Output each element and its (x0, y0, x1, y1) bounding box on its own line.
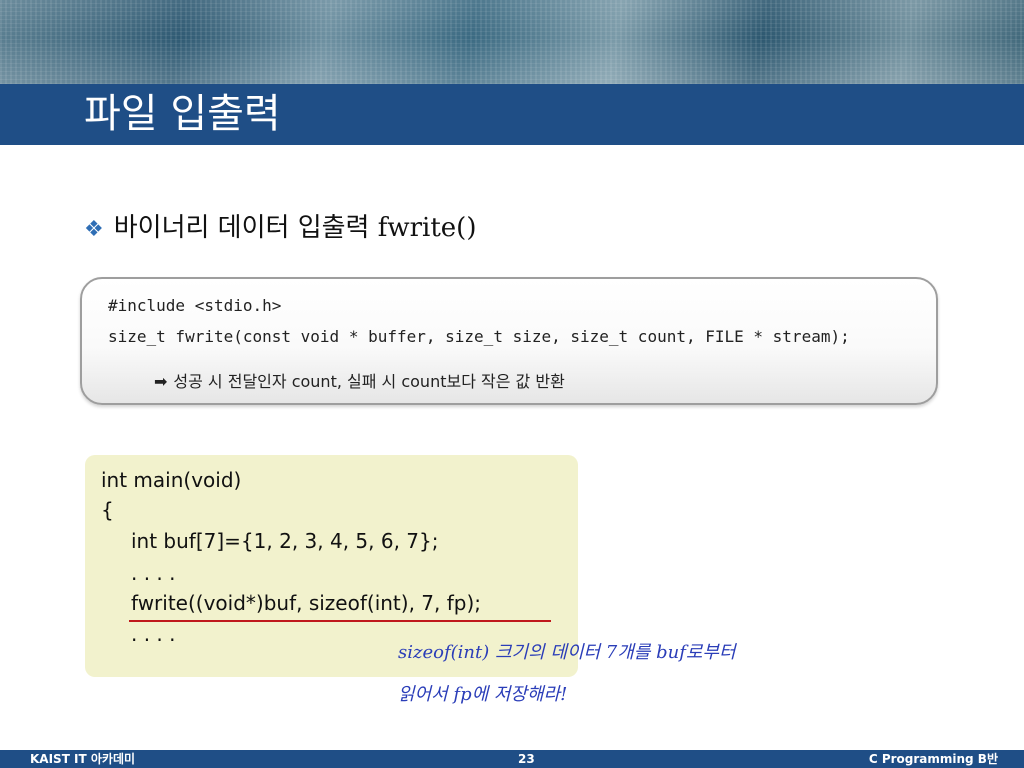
example-line-5: fwrite((void*)buf, sizeof(int), 7, fp); (131, 591, 481, 615)
bullet-text: 바이너리 데이터 입출력 fwrite() (113, 213, 477, 243)
slide-title: 파일 입출력 (84, 91, 281, 137)
footer-right: C Programming B반 (868, 752, 998, 766)
diamond-bullet-icon: ❖ (84, 217, 104, 242)
footer-page-number: 23 (518, 752, 535, 766)
annotation-line-1: sizeof(int) 크기의 데이터 7개를 buf로부터 (398, 642, 736, 663)
example-line-4: . . . . (131, 561, 176, 585)
right-arrow-icon: ➡ (154, 372, 168, 391)
highlight-underline (129, 620, 551, 622)
annotation-line-2: 읽어서 fp에 저장해라! (398, 684, 568, 705)
prototype-signature-line: size_t fwrite(const void * buffer, size_… (108, 327, 850, 346)
prototype-note: ➡ 성공 시 전달인자 count, 실패 시 count보다 작은 값 반환 (154, 368, 565, 392)
prototype-include-line: #include <stdio.h> (108, 296, 282, 315)
example-line-1: int main(void) (101, 468, 242, 492)
example-line-3: int buf[7]={1, 2, 3, 4, 5, 6, 7}; (131, 529, 439, 553)
example-line-2: { (101, 498, 114, 522)
bullet-heading: ❖ 바이너리 데이터 입출력 fwrite() (84, 206, 476, 250)
footer-left: KAIST IT 아카데미 (30, 752, 136, 766)
header-banner-texture (0, 0, 1024, 84)
prototype-note-text: 성공 시 전달인자 count, 실패 시 count보다 작은 값 반환 (173, 372, 565, 391)
example-line-6: . . . . (131, 622, 176, 646)
